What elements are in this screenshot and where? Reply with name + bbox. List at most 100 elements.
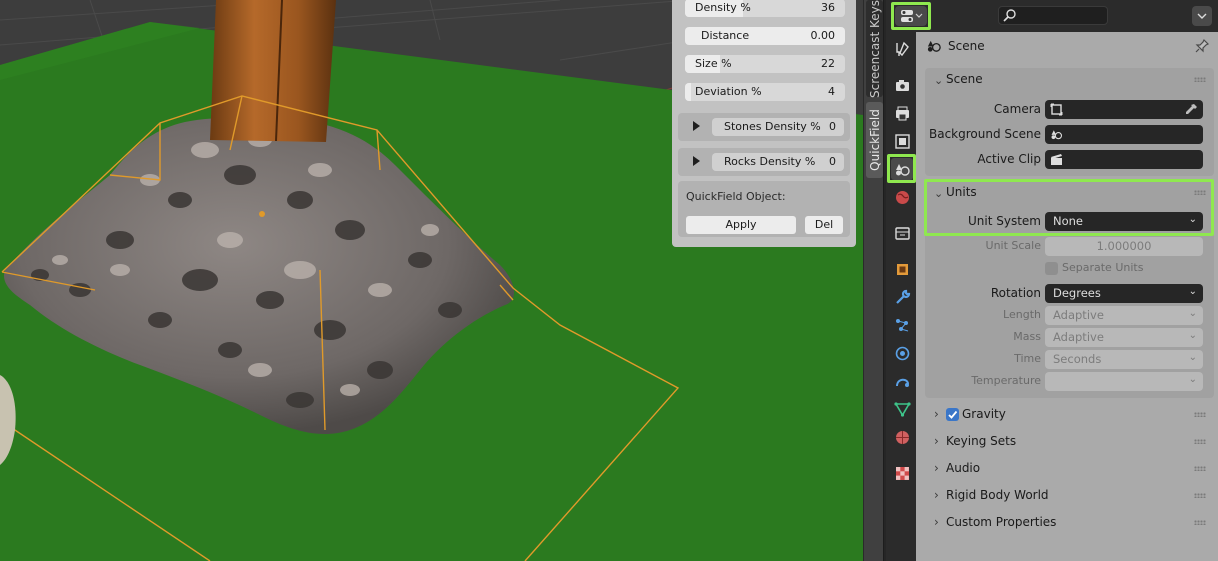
stones-density-field[interactable]: Stones Density % 0 (712, 118, 844, 136)
tab-quickfield[interactable]: QuickField (866, 102, 883, 178)
tab-screencast-keys[interactable]: Screencast Keys (866, 0, 883, 98)
constraint-icon (895, 378, 909, 387)
active-clip-field[interactable] (1045, 150, 1203, 169)
scene-panel-header[interactable]: ⌄ Scene (925, 68, 1214, 92)
deviation-field[interactable]: Deviation % 4 (685, 83, 845, 101)
camera-label: Camera (993, 102, 1041, 116)
properties-header (886, 0, 1218, 32)
options-button[interactable] (1192, 6, 1212, 26)
chevron-right-icon: › (934, 407, 939, 421)
camera-object-icon (1050, 103, 1063, 116)
image-stack-icon (894, 133, 910, 149)
drag-grip-icon[interactable] (1194, 412, 1206, 417)
time-value: Seconds (1053, 352, 1102, 366)
stones-subpanel[interactable]: Stones Density % 0 (678, 113, 850, 141)
chevron-down-icon: ⌄ (1188, 286, 1197, 297)
texture-tab[interactable] (891, 462, 913, 484)
material-sphere-icon (895, 430, 909, 444)
size-label: Size % (695, 57, 732, 70)
rotation-dropdown[interactable]: Degrees ⌄ (1045, 284, 1203, 303)
properties-editor-icon (901, 10, 923, 22)
particles-tab[interactable] (891, 314, 913, 336)
drag-grip-icon[interactable] (1194, 493, 1206, 498)
view-layer-tab[interactable] (891, 130, 913, 152)
density-value: 36 (821, 1, 835, 14)
temperature-dropdown[interactable]: ⌄ (1045, 372, 1203, 391)
scene-panel-title: Scene (946, 72, 983, 86)
collection-box-icon (894, 226, 910, 240)
drag-grip-icon[interactable] (1194, 439, 1206, 444)
background-scene-field[interactable] (1045, 125, 1203, 144)
tab-quickfield-label: QuickField (867, 109, 882, 171)
drag-grip-icon[interactable] (1194, 190, 1206, 195)
expand-triangle-icon[interactable] (693, 156, 700, 166)
density-field[interactable]: Density % 36 (685, 0, 845, 17)
size-field[interactable]: Size % 22 (685, 55, 845, 73)
unit-scale-field[interactable]: 1.000000 (1045, 237, 1203, 256)
properties-content: Scene ⌄ Scene Camera Background Scene Ac… (916, 32, 1218, 561)
rocks-density-label: Rocks Density % (724, 155, 816, 168)
object-tab[interactable] (891, 258, 913, 280)
gravity-panel-header[interactable]: › Gravity (925, 403, 1214, 427)
del-button[interactable]: Del (805, 216, 843, 234)
length-dropdown[interactable]: Adaptive ⌄ (1045, 306, 1203, 325)
chevron-right-icon: › (934, 488, 939, 502)
render-tab[interactable] (891, 74, 913, 96)
mass-dropdown[interactable]: Adaptive ⌄ (1045, 328, 1203, 347)
tool-tab[interactable] (891, 38, 913, 60)
rocks-subpanel[interactable]: Rocks Density % 0 (678, 148, 850, 176)
mass-label: Mass (1013, 330, 1041, 343)
chevron-down-icon: ⌄ (1188, 352, 1197, 363)
collection-tab[interactable] (891, 222, 913, 244)
data-tab[interactable] (891, 398, 913, 420)
audio-panel-header[interactable]: › Audio (925, 457, 1214, 481)
physics-orbit-icon (895, 346, 909, 360)
camera-back-icon (895, 79, 909, 91)
properties-tab-column (886, 32, 916, 561)
constraints-tab[interactable] (891, 370, 913, 392)
camera-field[interactable] (1045, 100, 1203, 119)
wooden-post (210, 0, 336, 142)
wrench-icon (895, 289, 910, 304)
unit-scale-label: Unit Scale (985, 239, 1041, 252)
gravity-checkbox[interactable] (946, 408, 959, 421)
rigid-body-world-panel-header[interactable]: › Rigid Body World (925, 484, 1214, 508)
search-input[interactable] (998, 6, 1108, 25)
units-panel-header[interactable]: ⌄ Units (925, 181, 1214, 205)
modifiers-tab[interactable] (891, 286, 913, 308)
output-tab[interactable] (891, 102, 913, 124)
drag-grip-icon[interactable] (1194, 466, 1206, 471)
quickfield-object-label: QuickField Object: (686, 190, 786, 203)
scene-tab[interactable] (891, 158, 913, 180)
world-tab[interactable] (891, 186, 913, 208)
keying-sets-panel-header[interactable]: › Keying Sets (925, 430, 1214, 454)
object-origin (259, 211, 265, 217)
physics-tab[interactable] (891, 342, 913, 364)
pin-icon[interactable] (1194, 38, 1210, 54)
unit-system-dropdown[interactable]: None ⌄ (1045, 212, 1203, 231)
rigid-body-world-title: Rigid Body World (946, 488, 1049, 502)
editor-type-button[interactable] (895, 6, 927, 26)
context-title: Scene (948, 39, 985, 53)
rocks-density-field[interactable]: Rocks Density % 0 (712, 153, 844, 171)
drag-grip-icon[interactable] (1194, 520, 1206, 525)
distance-field[interactable]: Distance 0.00 (685, 27, 845, 45)
expand-triangle-icon[interactable] (693, 121, 700, 131)
custom-properties-panel-header[interactable]: › Custom Properties (925, 511, 1214, 535)
active-clip-label: Active Clip (977, 152, 1041, 166)
mesh-data-icon (893, 401, 911, 417)
units-panel-title: Units (946, 185, 977, 199)
material-tab[interactable] (891, 426, 913, 448)
time-dropdown[interactable]: Seconds ⌄ (1045, 350, 1203, 369)
world-icon (895, 190, 909, 204)
scene-icon (927, 40, 941, 52)
separate-units-checkbox[interactable] (1045, 262, 1058, 275)
background-scene-label: Background Scene (929, 127, 1041, 141)
drag-grip-icon[interactable] (1194, 77, 1206, 82)
length-value: Adaptive (1053, 308, 1104, 322)
chevron-down-icon: ⌄ (1188, 308, 1197, 319)
properties-editor: Scene ⌄ Scene Camera Background Scene Ac… (884, 0, 1218, 561)
apply-button[interactable]: Apply (686, 216, 796, 234)
eyedropper-icon[interactable] (1185, 103, 1198, 116)
mass-value: Adaptive (1053, 330, 1104, 344)
